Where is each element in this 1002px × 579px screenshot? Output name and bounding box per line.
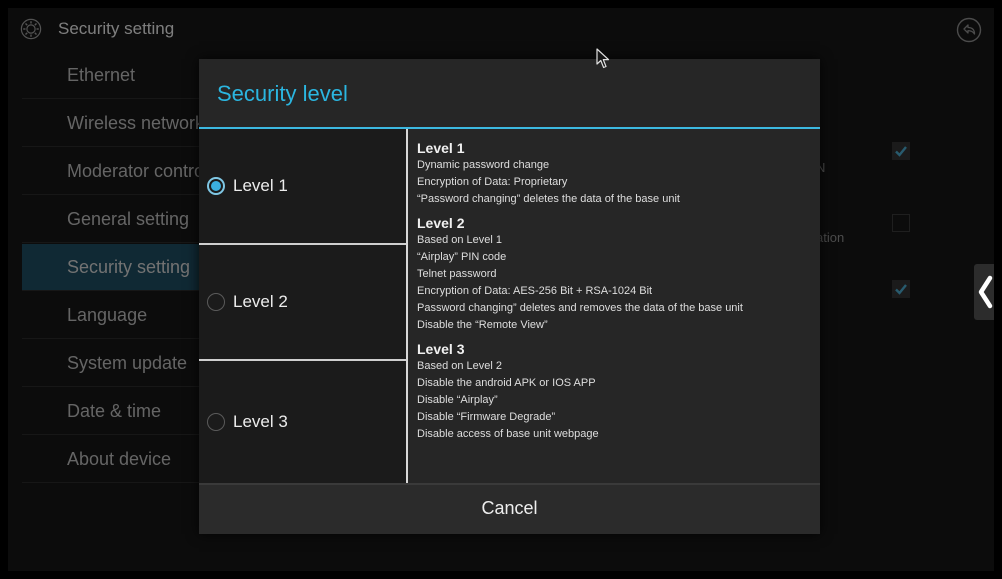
- column-divider: [406, 129, 408, 483]
- level-option-1[interactable]: Level 1: [199, 129, 406, 245]
- description-line: Encryption of Data: Proprietary: [417, 176, 568, 188]
- description-line: Password changing” deletes and removes t…: [417, 302, 743, 314]
- description-line: Disable the android APK or IOS APP: [417, 377, 596, 389]
- level-option-label: Level 1: [233, 176, 288, 195]
- description-line: Disable access of base unit webpage: [417, 428, 599, 440]
- level-2-description: Level 2 Based on Level 1 “Airplay” PIN c…: [417, 214, 812, 334]
- security-level-dialog: Security level Level 1 Level 2 Level 3 L…: [199, 59, 820, 534]
- description-line: Disable the “Remote View”: [417, 319, 548, 331]
- dialog-button-bar: Cancel: [199, 483, 820, 534]
- description-line: “Airplay” PIN code: [417, 251, 507, 263]
- side-drawer-tab[interactable]: [974, 264, 994, 320]
- level-option-label: Level 3: [233, 412, 288, 431]
- description-line: Encryption of Data: AES-256 Bit + RSA-10…: [417, 285, 653, 297]
- dialog-title: Security level: [217, 81, 348, 106]
- radio-selected-icon[interactable]: [207, 177, 225, 195]
- description-heading: Level 1: [417, 140, 465, 156]
- settings-screen: Security setting Ethernet Wireless netwo…: [8, 8, 994, 571]
- description-line: Disable “Firmware Degrade”: [417, 411, 556, 423]
- level-1-description: Level 1 Dynamic password change Encrypti…: [417, 139, 812, 208]
- level-descriptions: Level 1 Dynamic password change Encrypti…: [417, 139, 812, 479]
- description-line: Dynamic password change: [417, 159, 550, 171]
- mouse-cursor-icon: [596, 48, 610, 69]
- description-line: “Password changing” deletes the data of …: [417, 193, 680, 205]
- description-line: Disable “Airplay”: [417, 394, 498, 406]
- description-line: Based on Level 2: [417, 360, 503, 372]
- radio-unselected-icon[interactable]: [207, 293, 225, 311]
- description-line: Telnet password: [417, 268, 497, 280]
- level-option-2[interactable]: Level 2: [199, 245, 406, 361]
- chevron-left-icon: [978, 275, 993, 309]
- description-heading: Level 3: [417, 341, 465, 357]
- radio-unselected-icon[interactable]: [207, 413, 225, 431]
- level-options: Level 1 Level 2 Level 3: [199, 129, 406, 483]
- cancel-button[interactable]: Cancel: [199, 485, 820, 534]
- description-line: Based on Level 1: [417, 234, 503, 246]
- level-3-description: Level 3 Based on Level 2 Disable the and…: [417, 340, 812, 443]
- description-heading: Level 2: [417, 215, 465, 231]
- level-option-label: Level 2: [233, 292, 288, 311]
- level-option-3[interactable]: Level 3: [199, 361, 406, 483]
